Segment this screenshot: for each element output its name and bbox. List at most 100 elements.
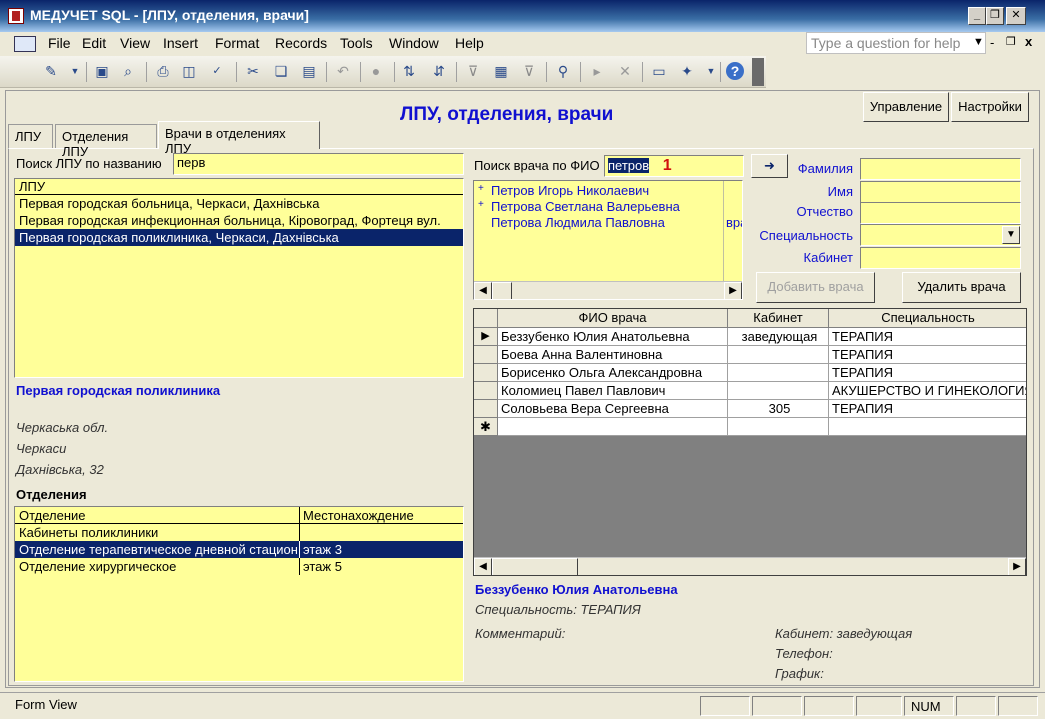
table-cell[interactable]: ТЕРАПИЯ xyxy=(829,364,1026,382)
close-button[interactable]: ✕ xyxy=(1006,7,1026,25)
list-item[interactable]: Отделение хирургическое этаж 5 xyxy=(15,558,463,575)
horizontal-scrollbar[interactable]: ◀ ▶ xyxy=(474,281,742,299)
row-selector[interactable] xyxy=(474,382,498,400)
patronymic-field[interactable] xyxy=(860,202,1021,224)
doctor-search-results[interactable]: + Петров Игорь Николаевич + Петрова Свет… xyxy=(473,180,743,300)
menu-help[interactable]: Help xyxy=(455,35,484,51)
column-header-specialty[interactable]: Специальность xyxy=(829,309,1026,328)
manage-button[interactable]: Управление xyxy=(863,92,949,122)
chevron-down-icon[interactable]: ▼ xyxy=(1002,226,1020,244)
filter-by-form-icon[interactable]: ▦ xyxy=(492,62,510,80)
lpu-list[interactable]: ЛПУ Первая городская больница, Черкаси, … xyxy=(14,178,464,378)
table-cell[interactable]: ТЕРАПИЯ xyxy=(829,346,1026,364)
surname-field[interactable] xyxy=(860,158,1021,180)
copy-icon[interactable]: ❏ xyxy=(272,62,290,80)
design-view-icon[interactable]: ✎ xyxy=(42,62,60,80)
table-cell[interactable] xyxy=(728,418,829,436)
scroll-left-icon[interactable]: ◀ xyxy=(474,558,492,575)
delete-record-icon[interactable]: ✕ xyxy=(616,62,634,80)
tab-lpu[interactable]: ЛПУ xyxy=(8,124,53,148)
table-cell[interactable]: АКУШЕРСТВО И ГИНЕКОЛОГИЯ xyxy=(829,382,1026,400)
database-window-icon[interactable]: ▭ xyxy=(650,62,668,80)
current-row-icon[interactable]: ▶ xyxy=(474,328,498,346)
table-cell[interactable] xyxy=(728,364,829,382)
table-cell[interactable]: Боева Анна Валентиновна xyxy=(498,346,728,364)
list-item[interactable]: Петрова Людмила Павловна вра xyxy=(474,215,742,231)
new-row-icon[interactable]: ✱ xyxy=(474,418,498,436)
insert-hyperlink-icon[interactable]: ● xyxy=(367,62,385,80)
print-preview-icon[interactable]: ◫ xyxy=(180,62,198,80)
apply-filter-icon[interactable]: ⊽ xyxy=(520,62,538,80)
menu-records[interactable]: Records xyxy=(275,35,327,51)
doc-restore-button[interactable]: ❐ xyxy=(1006,35,1016,48)
menu-edit[interactable]: Edit xyxy=(82,35,106,51)
list-item[interactable]: Кабинеты поликлиники xyxy=(15,524,463,541)
list-item-selected[interactable]: Первая городская поликлиника, Черкаси, Д… xyxy=(15,229,463,246)
table-cell[interactable] xyxy=(829,418,1026,436)
help-search-input[interactable]: Type a question for help xyxy=(806,32,986,54)
expand-icon[interactable]: + xyxy=(478,199,484,210)
save-icon[interactable]: ▣ xyxy=(93,62,111,80)
view-dropdown-icon[interactable]: ▼ xyxy=(66,62,84,80)
toolbar-options-icon[interactable] xyxy=(752,58,764,86)
chevron-down-icon[interactable]: ▼ xyxy=(973,36,984,48)
sort-descending-icon[interactable]: ⇵ xyxy=(430,62,448,80)
help-icon[interactable]: ? xyxy=(726,62,744,80)
doc-minimize-button[interactable]: - xyxy=(990,35,994,50)
restore-button[interactable]: ❐ xyxy=(986,7,1004,25)
paste-icon[interactable]: ▤ xyxy=(300,62,318,80)
new-object-dropdown-icon[interactable]: ▼ xyxy=(702,62,720,80)
spelling-icon[interactable]: ✓ xyxy=(208,62,226,80)
list-item[interactable]: Первая городская больница, Черкаси, Дахн… xyxy=(15,195,463,212)
horizontal-scrollbar[interactable]: ◀ ▶ xyxy=(474,557,1026,575)
table-cell[interactable]: Борисенко Ольга Александровна xyxy=(498,364,728,382)
list-item[interactable]: + Петров Игорь Николаевич xyxy=(474,183,742,199)
list-item-selected[interactable]: Отделение терапевтическое дневной стацио… xyxy=(15,541,463,558)
table-cell[interactable] xyxy=(728,382,829,400)
menu-view[interactable]: View xyxy=(120,35,150,51)
scroll-left-icon[interactable]: ◀ xyxy=(474,282,492,299)
menu-window[interactable]: Window xyxy=(389,35,439,51)
departments-list[interactable]: Отделение Местонахождение Кабинеты полик… xyxy=(14,506,464,682)
minimize-button[interactable]: _ xyxy=(968,7,986,25)
cut-icon[interactable]: ✂ xyxy=(244,62,262,80)
sort-ascending-icon[interactable]: ⇅ xyxy=(400,62,418,80)
undo-icon[interactable]: ↶ xyxy=(334,62,352,80)
table-cell[interactable]: Беззубенко Юлия Анатольевна xyxy=(498,328,728,346)
table-cell[interactable]: Соловьева Вера Сергеевна xyxy=(498,400,728,418)
specialty-select[interactable] xyxy=(860,224,1021,246)
form-icon[interactable] xyxy=(14,36,36,52)
menu-format[interactable]: Format xyxy=(215,35,259,51)
first-name-field[interactable] xyxy=(860,181,1021,203)
filter-by-selection-icon[interactable]: ⊽ xyxy=(464,62,482,80)
delete-doctor-button[interactable]: Удалить врача xyxy=(902,272,1021,303)
settings-button[interactable]: Настройки xyxy=(951,92,1029,122)
table-cell[interactable]: Коломиец Павел Павлович xyxy=(498,382,728,400)
search-file-icon[interactable]: ⌕ xyxy=(119,62,137,80)
table-cell[interactable]: 305 xyxy=(728,400,829,418)
table-cell[interactable] xyxy=(498,418,728,436)
menu-tools[interactable]: Tools xyxy=(340,35,373,51)
new-record-icon[interactable]: ▸ xyxy=(588,62,606,80)
print-icon[interactable]: ⎙ xyxy=(154,62,172,80)
list-item[interactable]: Первая городская инфекционная больница, … xyxy=(15,212,463,229)
tab-doctors-in-departments[interactable]: Врачи в отделениях ЛПУ xyxy=(158,121,320,156)
scroll-right-icon[interactable]: ▶ xyxy=(1008,558,1026,575)
tab-departments[interactable]: Отделения ЛПУ xyxy=(55,124,157,159)
list-item[interactable]: + Петрова Светлана Валерьевна xyxy=(474,199,742,215)
find-icon[interactable]: ⚲ xyxy=(554,62,572,80)
table-cell[interactable] xyxy=(728,346,829,364)
column-header-cabinet[interactable]: Кабинет xyxy=(728,309,829,328)
row-selector[interactable] xyxy=(474,346,498,364)
scroll-right-icon[interactable]: ▶ xyxy=(724,282,742,299)
cabinet-field[interactable] xyxy=(860,247,1021,269)
doc-close-button[interactable]: x xyxy=(1025,34,1032,49)
doctors-datasheet[interactable]: ФИО врача Кабинет Специальность ▶ Беззуб… xyxy=(473,308,1027,576)
table-cell[interactable]: заведующая xyxy=(728,328,829,346)
row-selector[interactable] xyxy=(474,400,498,418)
scroll-thumb[interactable] xyxy=(492,282,512,299)
scroll-thumb[interactable] xyxy=(492,558,578,575)
arrow-right-icon[interactable]: ➜ xyxy=(751,154,788,178)
new-object-icon[interactable]: ✦ xyxy=(678,62,696,80)
lpu-search-input[interactable]: перв xyxy=(173,153,464,175)
